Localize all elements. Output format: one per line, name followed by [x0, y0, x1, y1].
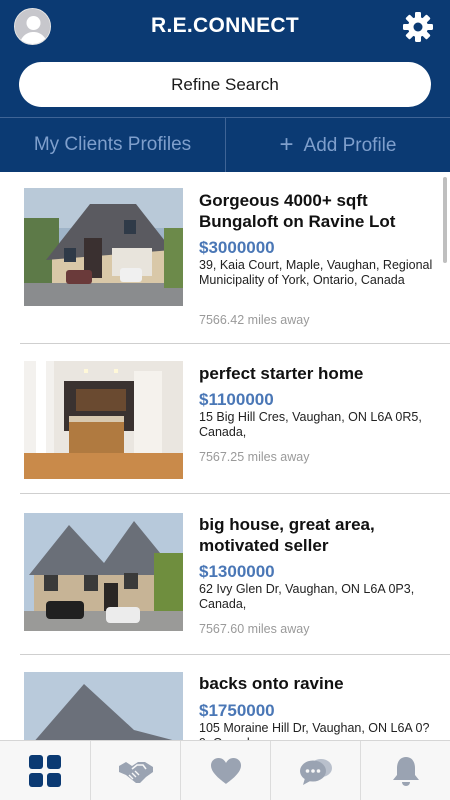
- nav-listings[interactable]: [0, 741, 90, 800]
- chat-bubbles-icon: [299, 759, 332, 785]
- list-item[interactable]: perfect starter home $1100000 15 Big Hil…: [0, 344, 450, 513]
- list-item[interactable]: backs onto ravine $1750000 105 Moraine H…: [0, 655, 450, 740]
- listing-price: $1100000: [199, 390, 274, 409]
- tab-my-clients-profiles[interactable]: My Clients Profiles: [0, 118, 225, 172]
- app-header: R.E.CONNECT Refine Search My Clients Pro…: [0, 0, 450, 172]
- gear-icon[interactable]: [402, 11, 434, 43]
- bottom-tab-bar: [0, 740, 450, 800]
- tab-add-profile[interactable]: + Add Profile: [225, 118, 450, 172]
- listing-distance: 7566.42 miles away: [199, 313, 310, 327]
- nav-deals[interactable]: [90, 741, 180, 800]
- listing-address: 15 Big Hill Cres, Vaughan, ON L6A 0R5, C…: [199, 410, 422, 439]
- handshake-icon: [118, 762, 153, 783]
- nav-notifications[interactable]: [360, 741, 450, 800]
- add-profile-label: Add Profile: [303, 135, 397, 156]
- profile-tabs: My Clients Profiles + Add Profile: [0, 117, 450, 172]
- listing-photo: [24, 513, 183, 631]
- nav-favorites[interactable]: [180, 741, 270, 800]
- bell-icon: [392, 757, 419, 786]
- grid-icon: [29, 755, 61, 787]
- listing-photo: [24, 188, 183, 306]
- listing-title: perfect starter home: [199, 364, 364, 383]
- listing-title: Gorgeous 4000+ sqft Bungaloft on Ravine …: [199, 191, 396, 231]
- refine-search-button[interactable]: Refine Search: [19, 62, 431, 107]
- listing-price: $1300000: [199, 562, 275, 581]
- plus-icon: +: [279, 131, 294, 158]
- listing-price: $1750000: [199, 701, 275, 720]
- listing-address: 39, Kaia Court, Maple, Vaughan, Regional…: [199, 258, 433, 287]
- scrollbar[interactable]: [443, 177, 447, 263]
- listing-title: big house, great area, motivated seller: [199, 515, 375, 555]
- listing-list[interactable]: Gorgeous 4000+ sqft Bungaloft on Ravine …: [0, 172, 450, 740]
- listing-photo: [24, 361, 183, 479]
- list-item[interactable]: big house, great area, motivated seller …: [0, 494, 450, 654]
- listing-distance: 7567.60 miles away: [199, 622, 310, 636]
- listing-distance: 7567.25 miles away: [199, 450, 310, 464]
- nav-messages[interactable]: [270, 741, 360, 800]
- app-title: R.E.CONNECT: [151, 14, 299, 37]
- heart-icon: [210, 758, 241, 784]
- listing-address: 105 Moraine Hill Dr, Vaughan, ON L6A 0?9…: [199, 721, 430, 740]
- listing-address: 62 Ivy Glen Dr, Vaughan, ON L6A 0P3, Can…: [199, 582, 415, 611]
- listing-title: backs onto ravine: [199, 674, 344, 693]
- listing-price: $3000000: [199, 238, 275, 257]
- listing-photo: [24, 672, 183, 740]
- list-item[interactable]: Gorgeous 4000+ sqft Bungaloft on Ravine …: [0, 172, 450, 344]
